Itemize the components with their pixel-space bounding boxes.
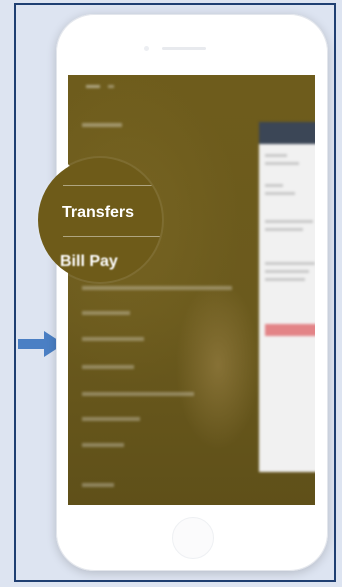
camera-icon — [144, 46, 149, 51]
menu-item-transfers[interactable]: Transfers — [62, 204, 134, 222]
panel-text-line — [265, 154, 287, 157]
home-button[interactable] — [172, 517, 214, 559]
panel-text-line — [265, 228, 303, 231]
panel-text-line — [265, 184, 283, 187]
panel-header — [259, 122, 315, 144]
menu-item-blurred — [82, 443, 124, 447]
panel-text-line — [265, 192, 295, 195]
panel-text-line — [265, 162, 299, 165]
menu-header-mark — [108, 85, 114, 88]
menu-item-blurred — [82, 392, 194, 396]
menu-item-blurred — [82, 286, 232, 290]
menu-item-blurred — [82, 311, 130, 315]
menu-item-blurred — [82, 417, 140, 421]
panel-text-line — [265, 278, 305, 281]
menu-item-blurred — [82, 123, 122, 127]
menu-header-mark — [86, 85, 100, 88]
panel-action-button[interactable] — [265, 324, 315, 336]
divider — [63, 236, 162, 237]
menu-item-blurred — [82, 337, 144, 341]
panel-text-line — [265, 220, 313, 223]
panel-text-line — [265, 262, 315, 265]
speaker-grille — [162, 47, 206, 50]
content-panel — [259, 122, 315, 472]
phone-mockup — [56, 14, 328, 571]
side-menu — [68, 75, 258, 505]
menu-item-bill-pay[interactable]: Bill Pay — [60, 253, 118, 271]
divider — [63, 185, 162, 186]
phone-screen — [68, 75, 315, 505]
menu-item-blurred — [82, 483, 114, 487]
panel-text-line — [265, 270, 309, 273]
menu-item-blurred — [82, 365, 134, 369]
